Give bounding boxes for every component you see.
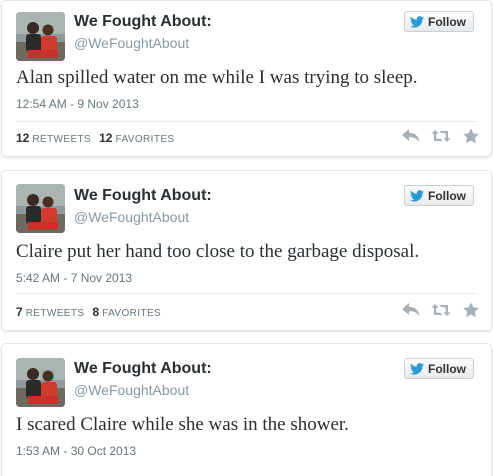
timestamp[interactable]: 12:54 AM - 9 Nov 2013 [16, 97, 139, 111]
tweet-card: We Fought About: @WeFoughtAbout Follow I… [1, 343, 492, 476]
retweet-count[interactable]: 7 RETWEETS [16, 305, 84, 319]
tweet-text: Alan spilled water on me while I was try… [16, 67, 418, 88]
timestamp[interactable]: 1:53 AM - 30 Oct 2013 [16, 444, 136, 458]
retweet-icon[interactable] [431, 302, 451, 318]
divider [16, 121, 477, 122]
tweet-text: Claire put her hand too close to the gar… [16, 241, 420, 262]
follow-label: Follow [428, 188, 466, 203]
user-handle[interactable]: @WeFoughtAbout [74, 209, 189, 225]
retweet-icon[interactable] [431, 128, 451, 144]
display-name[interactable]: We Fought About: [74, 360, 212, 378]
avatar[interactable] [16, 184, 65, 233]
follow-button[interactable]: Follow [404, 11, 474, 32]
timestamp[interactable]: 5:42 AM - 7 Nov 2013 [16, 271, 132, 285]
follow-button[interactable]: Follow [404, 185, 474, 206]
user-handle[interactable]: @WeFoughtAbout [74, 35, 189, 51]
avatar[interactable] [16, 358, 65, 407]
twitter-bird-icon [410, 362, 424, 375]
twitter-bird-icon [410, 15, 424, 28]
display-name[interactable]: We Fought About: [74, 187, 212, 205]
tweet-card: We Fought About: @WeFoughtAbout Follow A… [1, 0, 492, 157]
follow-button[interactable]: Follow [404, 358, 474, 379]
favorite-count[interactable]: 12 FAVORITES [99, 131, 174, 145]
twitter-bird-icon [410, 189, 424, 202]
follow-label: Follow [428, 361, 466, 376]
display-name[interactable]: We Fought About: [74, 13, 212, 31]
retweet-count[interactable]: 12 RETWEETS [16, 131, 91, 145]
user-handle[interactable]: @WeFoughtAbout [74, 382, 189, 398]
avatar[interactable] [16, 12, 65, 61]
favorite-count[interactable]: 8 FAVORITES [92, 305, 161, 319]
follow-label: Follow [428, 14, 466, 29]
tweet-text: I scared Claire while she was in the sho… [16, 414, 349, 435]
favorite-icon[interactable] [461, 128, 481, 144]
favorite-icon[interactable] [461, 302, 481, 318]
tweet-stats: 12 RETWEETS 12 FAVORITES [16, 131, 174, 145]
tweet-actions [401, 302, 481, 318]
divider [16, 293, 477, 294]
tweet-card: We Fought About: @WeFoughtAbout Follow C… [1, 170, 492, 331]
reply-icon[interactable] [401, 302, 421, 318]
tweet-actions [401, 128, 481, 144]
tweet-stats: 7 RETWEETS 8 FAVORITES [16, 305, 161, 319]
reply-icon[interactable] [401, 128, 421, 144]
